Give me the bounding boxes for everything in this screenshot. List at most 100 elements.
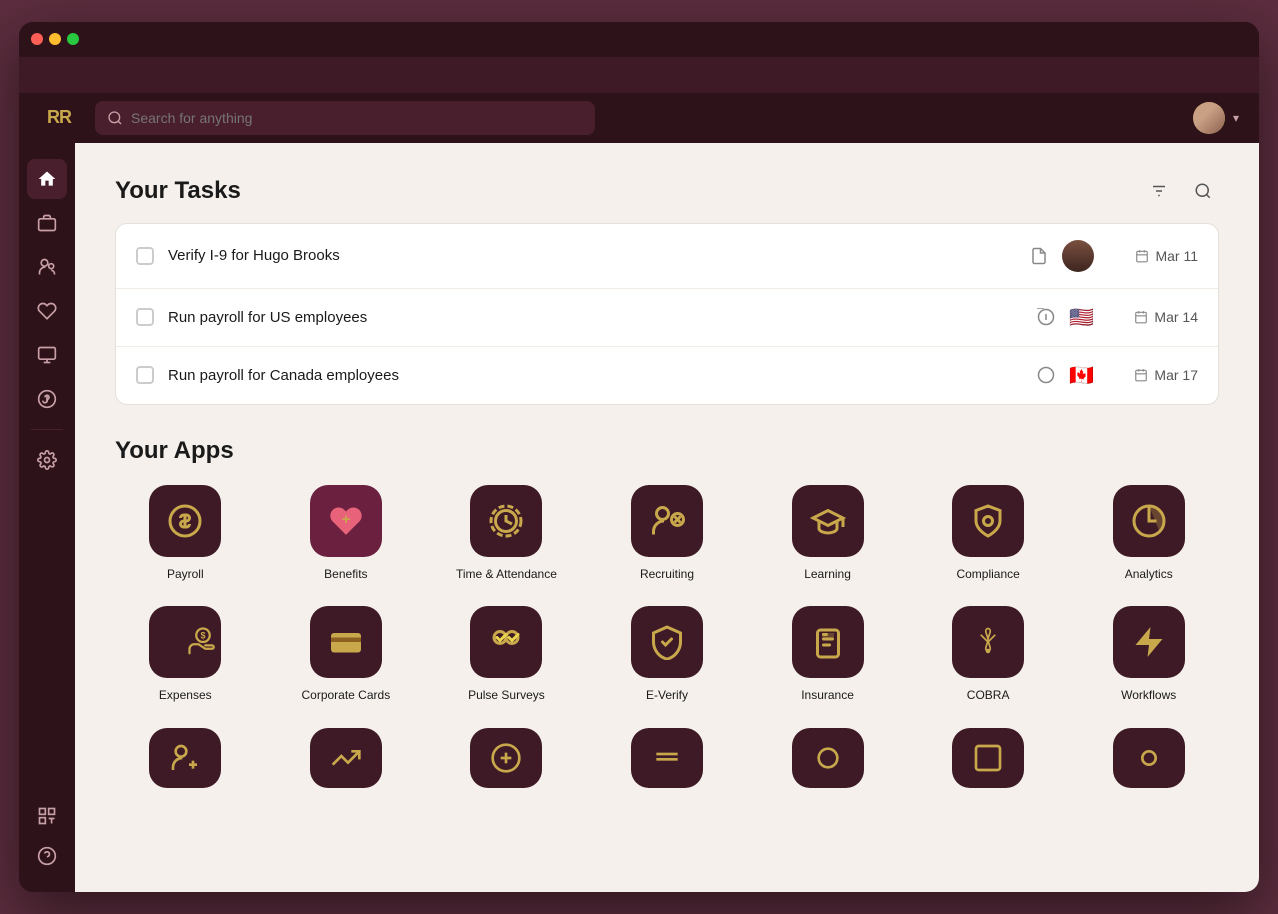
tasks-section-header: Your Tasks [115, 175, 1219, 207]
app-card-analytics[interactable]: Analytics [1078, 485, 1219, 583]
more-app-icon-1 [149, 728, 221, 788]
compliance-icon [952, 485, 1024, 557]
app-card-more-7[interactable] [1078, 728, 1219, 788]
insurance-icon [792, 606, 864, 678]
app-card-compliance[interactable]: Compliance [918, 485, 1059, 583]
cobra-label: COBRA [967, 688, 1010, 704]
learning-icon [792, 485, 864, 557]
expenses-icon: $ [149, 606, 221, 678]
svg-text:$: $ [201, 631, 206, 641]
expenses-label: Expenses [159, 688, 212, 704]
task-avatar-hugo [1062, 240, 1094, 272]
filter-button[interactable] [1143, 175, 1175, 207]
apps-grid-row3 [115, 728, 1219, 788]
payroll-label: Payroll [167, 567, 204, 583]
search-icon [107, 110, 123, 126]
search-input[interactable] [131, 110, 583, 126]
app-card-payroll[interactable]: Payroll [115, 485, 256, 583]
recruiting-icon [631, 485, 703, 557]
everify-icon [631, 606, 703, 678]
payroll-icon [149, 485, 221, 557]
recruiting-label: Recruiting [640, 567, 694, 583]
app-card-more-4[interactable] [597, 728, 738, 788]
more-app-icon-6 [952, 728, 1024, 788]
task-name-3: Run payroll for Canada employees [168, 367, 1023, 384]
search-bar[interactable] [95, 101, 595, 135]
app-card-insurance[interactable]: Insurance [757, 606, 898, 704]
workflows-label: Workflows [1121, 688, 1176, 704]
minimize-dot[interactable] [49, 33, 61, 45]
app-card-workflows[interactable]: Workflows [1078, 606, 1219, 704]
content-area: Your Tasks Verify I-9 for Hugo [19, 143, 1259, 892]
task-checkbox-3[interactable] [136, 366, 154, 384]
sidebar-item-help[interactable] [27, 836, 67, 876]
svg-text:+: + [341, 511, 350, 528]
cobra-icon [952, 606, 1024, 678]
corporate-cards-icon [310, 606, 382, 678]
tasks-title: Your Tasks [115, 177, 1143, 205]
app-card-pulse-surveys[interactable]: Pulse Surveys [436, 606, 577, 704]
maximize-dot[interactable] [67, 33, 79, 45]
dollar-circle-icon [1037, 308, 1055, 326]
compliance-label: Compliance [956, 567, 1019, 583]
us-flag-icon: 🇺🇸 [1069, 305, 1094, 330]
calendar-icon [1134, 368, 1148, 382]
app-card-time-attendance[interactable]: Time & Attendance [436, 485, 577, 583]
calendar-icon [1135, 249, 1149, 263]
close-dot[interactable] [31, 33, 43, 45]
app-card-expenses[interactable]: $ Expenses [115, 606, 256, 704]
task-checkbox-2[interactable] [136, 308, 154, 326]
calendar-icon [1134, 310, 1148, 324]
app-card-more-2[interactable] [276, 728, 417, 788]
app-card-more-5[interactable] [757, 728, 898, 788]
user-avatar[interactable] [1193, 102, 1225, 134]
pulse-surveys-label: Pulse Surveys [468, 688, 545, 704]
sidebar-item-people[interactable] [27, 247, 67, 287]
sidebar-item-monitor[interactable] [27, 335, 67, 375]
dollar-circle-icon-2 [1037, 366, 1055, 384]
more-app-icon-7 [1113, 728, 1185, 788]
sidebar-item-home[interactable] [27, 159, 67, 199]
document-icon [1030, 247, 1048, 265]
logo: RR [39, 107, 79, 128]
app-card-everify[interactable]: E-Verify [597, 606, 738, 704]
sidebar-item-dollar[interactable] [27, 379, 67, 419]
main-content: Your Tasks Verify I-9 for Hugo [75, 143, 1259, 892]
more-app-icon-4 [631, 728, 703, 788]
sidebar-item-settings[interactable] [27, 440, 67, 480]
app-card-more-3[interactable] [436, 728, 577, 788]
insurance-label: Insurance [801, 688, 854, 704]
task-name-2: Run payroll for US employees [168, 309, 1023, 326]
pulse-surveys-icon [470, 606, 542, 678]
task-date-1: Mar 11 [1108, 248, 1198, 264]
sidebar-item-briefcase[interactable] [27, 203, 67, 243]
sidebar-item-heart[interactable] [27, 291, 67, 331]
app-card-more-1[interactable] [115, 728, 256, 788]
header-bar: RR ▾ [19, 93, 1259, 143]
task-date-2: Mar 14 [1108, 309, 1198, 325]
table-row: Run payroll for US employees 🇺🇸 Mar 14 [116, 289, 1218, 347]
learning-label: Learning [804, 567, 851, 583]
apps-title: Your Apps [115, 437, 1219, 465]
more-app-icon-5 [792, 728, 864, 788]
benefits-label: Benefits [324, 567, 367, 583]
chevron-down-icon[interactable]: ▾ [1233, 111, 1239, 125]
header-right: ▾ [1193, 102, 1239, 134]
sidebar-item-apps[interactable] [27, 796, 67, 836]
more-app-icon-2 [310, 728, 382, 788]
more-app-icon-3 [470, 728, 542, 788]
table-row: Verify I-9 for Hugo Brooks Mar 11 [116, 224, 1218, 289]
time-attendance-label: Time & Attendance [456, 567, 557, 583]
time-attendance-icon [470, 485, 542, 557]
app-card-more-6[interactable] [918, 728, 1059, 788]
app-card-learning[interactable]: Learning [757, 485, 898, 583]
app-card-corporate-cards[interactable]: Corporate Cards [276, 606, 417, 704]
analytics-label: Analytics [1125, 567, 1173, 583]
app-card-benefits[interactable]: + Benefits [276, 485, 417, 583]
app-card-cobra[interactable]: COBRA [918, 606, 1059, 704]
app-card-recruiting[interactable]: Recruiting [597, 485, 738, 583]
search-tasks-button[interactable] [1187, 175, 1219, 207]
canada-flag-icon: 🇨🇦 [1069, 363, 1094, 388]
titlebar [19, 22, 1259, 57]
task-checkbox-1[interactable] [136, 247, 154, 265]
